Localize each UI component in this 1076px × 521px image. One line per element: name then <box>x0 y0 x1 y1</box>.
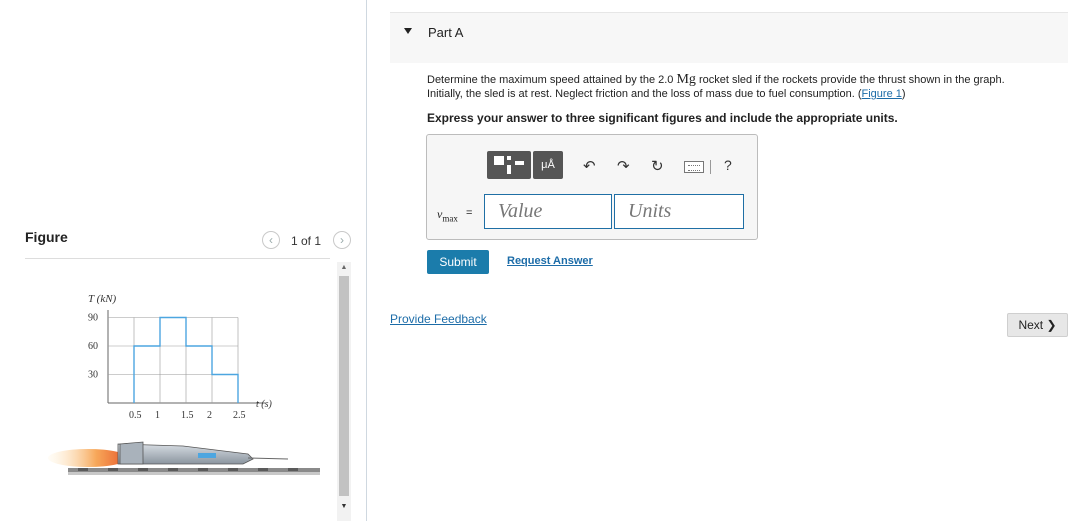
x-tick-label: 0.5 <box>129 410 142 421</box>
problem-text-4: ) <box>901 88 906 100</box>
figure-pager: 1 of 1 <box>291 234 322 248</box>
equals-sign: = <box>466 207 473 219</box>
instruction-text: Express your answer to three significant… <box>427 111 898 125</box>
figure-divider <box>25 258 330 259</box>
part-header[interactable] <box>390 12 1068 63</box>
problem-text-2: rocket sled if the rockets provide the t… <box>695 74 1005 86</box>
problem-text-1: Determine the maximum speed attained by … <box>427 74 677 86</box>
value-input[interactable]: Value <box>484 194 612 229</box>
sled-fin <box>119 441 144 465</box>
x-tick-label: 2 <box>207 410 212 421</box>
collapse-caret-icon[interactable] <box>404 28 412 34</box>
problem-text-3: Initially, the sled is at rest. Neglect … <box>427 88 862 100</box>
chevron-right-icon: › <box>340 233 344 247</box>
x-axis-label: t (s) <box>256 399 273 410</box>
x-tick-label: 1.5 <box>181 410 194 421</box>
provide-feedback-link[interactable]: Provide Feedback <box>390 312 487 326</box>
figure-link[interactable]: Figure 1 <box>862 88 902 100</box>
x-ticks: 0.5 1 1.5 2 2.5 <box>129 410 246 421</box>
y-ticks: 90 60 30 <box>88 313 98 381</box>
part-title[interactable]: Part A <box>428 25 463 40</box>
variable-label: vmax <box>437 207 458 223</box>
next-figure-button[interactable]: › <box>333 231 351 249</box>
scroll-down-arrow-icon[interactable]: ▼ <box>337 500 351 514</box>
problem-statement: Determine the maximum speed attained by … <box>427 73 1057 101</box>
undo-icon[interactable]: ↶ <box>583 157 596 175</box>
sled-window <box>198 453 216 458</box>
grid-lines <box>108 317 239 403</box>
prev-figure-button[interactable]: ‹ <box>262 231 280 249</box>
redo-icon[interactable]: ↷ <box>617 157 630 175</box>
variable-subscript: max <box>442 213 458 224</box>
scroll-up-arrow-icon[interactable]: ▲ <box>337 262 351 274</box>
request-answer-link[interactable]: Request Answer <box>507 255 593 267</box>
figure-panel: Figure ‹ 1 of 1 › T (kN) 90 60 30 0.5 1 1.5 2… <box>0 0 368 521</box>
figure-title: Figure <box>25 229 68 245</box>
y-tick-label: 90 <box>88 313 98 324</box>
rail-track <box>68 468 320 472</box>
y-tick-label: 60 <box>88 341 98 352</box>
chevron-left-icon: ‹ <box>269 233 273 247</box>
toolbar-separator <box>710 160 711 174</box>
x-tick-label: 1 <box>155 410 160 421</box>
panel-separator <box>366 0 367 521</box>
rocket-sled-image <box>48 441 320 475</box>
templates-button[interactable] <box>487 151 531 179</box>
y-tick-label: 30 <box>88 370 98 381</box>
mass-unit: Mg <box>676 72 696 87</box>
units-input[interactable]: Units <box>614 194 744 229</box>
help-icon[interactable]: ? <box>724 157 732 173</box>
submit-button[interactable]: Submit <box>427 250 489 274</box>
rocket-flame <box>48 449 128 467</box>
keyboard-icon[interactable] <box>684 161 704 173</box>
y-axis-label: T (kN) <box>88 293 117 305</box>
units-tool-button[interactable]: μÅ <box>533 151 563 179</box>
next-button[interactable]: Next ❯ <box>1007 313 1068 337</box>
scrollbar-thumb[interactable] <box>339 276 349 496</box>
reset-icon[interactable]: ↻ <box>651 157 664 175</box>
sled-nose-probe <box>247 457 289 460</box>
x-tick-label: 2.5 <box>233 410 246 421</box>
thrust-graph: T (kN) 90 60 30 0.5 1 1.5 2 2.5 t (s) <box>88 293 273 421</box>
